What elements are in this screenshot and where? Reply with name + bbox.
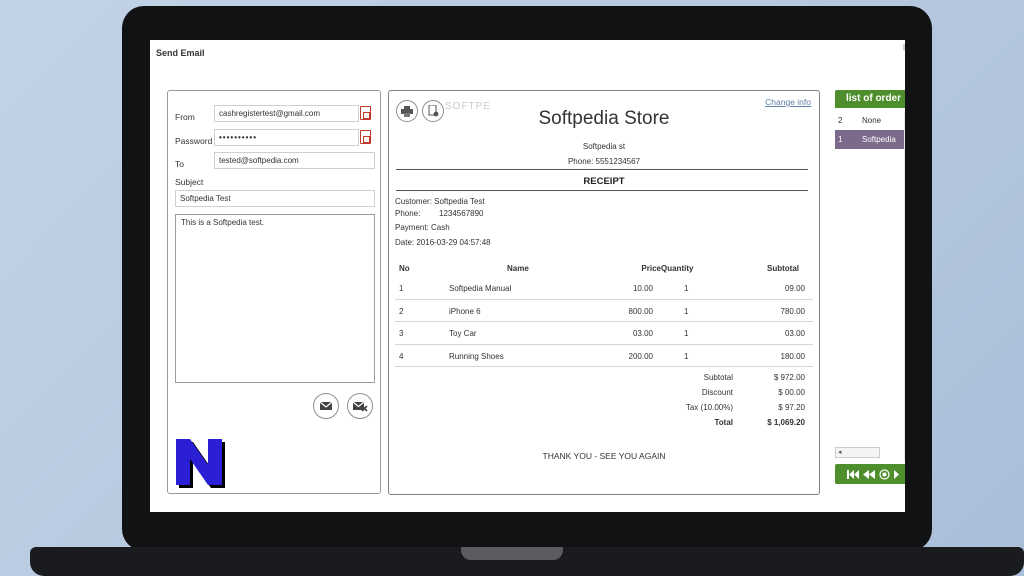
- column-header-subtotal: Subtotal: [767, 264, 799, 273]
- app-window: Send Email From cashregistertest@gmail.c…: [150, 40, 905, 512]
- item-name: iPhone 6: [449, 306, 481, 316]
- receipt-items-table: No Name Price Quantity Subtotal 1 Softpe…: [395, 257, 813, 367]
- item-name: Toy Car: [449, 329, 477, 338]
- item-no: 3: [399, 329, 404, 338]
- item-no: 1: [399, 284, 404, 293]
- item-subtotal: 03.00: [784, 329, 805, 338]
- order-id: 1: [838, 135, 843, 144]
- window-edge: [903, 44, 905, 50]
- list-item[interactable]: 2 None: [835, 111, 904, 130]
- pdf-icon[interactable]: [360, 130, 371, 144]
- orders-navigation-bar: [835, 464, 905, 484]
- item-no: 2: [399, 306, 404, 316]
- column-header-quantity: Quantity: [661, 264, 694, 273]
- envelope-cancel-icon: [352, 401, 368, 412]
- tax-label: Tax (10.00%): [685, 403, 733, 412]
- cancel-email-button[interactable]: [347, 393, 373, 419]
- subject-label: Subject: [175, 177, 204, 187]
- order-name: None: [862, 116, 882, 125]
- envelope-icon: [319, 401, 333, 410]
- store-address: Softpedia st: [582, 142, 626, 151]
- discount-row: Discount $ 00.00: [389, 388, 819, 403]
- date-line: Date: 2016-03-29 04:57:48: [395, 238, 491, 247]
- order-name: Softpedia: [862, 135, 896, 144]
- thank-you-message: THANK YOU - SEE YOU AGAIN: [542, 451, 666, 461]
- current-record-icon[interactable]: [879, 468, 890, 480]
- store-phone: Phone: 5551234567: [567, 157, 641, 166]
- item-subtotal: 780.00: [780, 306, 805, 316]
- horizontal-scrollbar[interactable]: ◂: [835, 447, 880, 458]
- totals-block: Subtotal $ 972.00 Discount $ 00.00 Tax (…: [389, 373, 819, 433]
- item-subtotal: 180.00: [780, 351, 805, 361]
- column-header-price: Price: [641, 264, 661, 273]
- tax-row: Tax (10.00%) $ 97.20: [389, 403, 819, 418]
- phone-label: Phone:: [395, 209, 421, 218]
- change-info-link[interactable]: Change info: [765, 97, 811, 107]
- total-label: Total: [714, 418, 733, 427]
- subtotal-row: Subtotal $ 972.00: [389, 373, 819, 388]
- store-name: Softpedia Store: [538, 108, 670, 129]
- item-qty: 1: [684, 284, 689, 293]
- payment-line: Payment: Cash: [395, 223, 450, 232]
- list-item-selected[interactable]: 1 Softpedia: [835, 130, 904, 149]
- item-qty: 1: [684, 351, 689, 361]
- item-price: 800.00: [628, 306, 653, 316]
- table-row: 2 iPhone 6 800.00 1 780.00: [395, 300, 813, 322]
- message-body-textarea[interactable]: This is a Softpedia test.: [175, 214, 375, 383]
- table-row: 1 Softpedia Manual 10.00 1 09.00: [395, 277, 813, 300]
- orders-list: 2 None 1 Softpedia: [835, 111, 905, 460]
- column-header-name: Name: [507, 264, 529, 273]
- item-qty: 1: [684, 306, 689, 316]
- table-row: 3 Toy Car 03.00 1 03.00: [395, 322, 813, 345]
- send-email-button[interactable]: [313, 393, 339, 419]
- password-field[interactable]: ••••••••••: [214, 129, 359, 146]
- item-qty: 1: [684, 329, 689, 338]
- next-record-icon[interactable]: [894, 469, 899, 479]
- table-row: 4 Running Shoes 200.00 1 180.00: [395, 345, 813, 367]
- item-name: Softpedia Manual: [449, 284, 512, 293]
- previous-record-icon[interactable]: [863, 469, 875, 479]
- item-price: 10.00: [632, 284, 653, 293]
- tax-value: $ 97.20: [778, 403, 805, 412]
- item-price: 200.00: [628, 351, 653, 361]
- customer-line: Customer: Softpedia Test: [395, 197, 485, 206]
- discount-label: Discount: [701, 388, 733, 397]
- subtotal-label: Subtotal: [703, 373, 733, 382]
- divider: [396, 190, 808, 191]
- column-header-no: No: [399, 264, 410, 273]
- email-form-panel: From cashregistertest@gmail.com Password…: [167, 90, 381, 494]
- to-field[interactable]: tested@softpedia.com: [214, 152, 375, 169]
- to-label: To: [175, 159, 184, 169]
- first-record-icon[interactable]: [847, 469, 859, 479]
- item-subtotal: 09.00: [784, 284, 805, 293]
- password-label: Password: [175, 136, 213, 146]
- item-price: 03.00: [632, 329, 653, 338]
- subject-field[interactable]: Softpedia Test: [175, 190, 375, 207]
- scroll-left-icon[interactable]: ◂: [838, 449, 842, 456]
- subtotal-value: $ 972.00: [773, 373, 805, 382]
- pdf-icon[interactable]: [360, 106, 371, 120]
- total-row: Total $ 1,069.20: [389, 418, 819, 433]
- from-label: From: [175, 112, 195, 122]
- laptop-notch: [461, 547, 563, 560]
- divider: [396, 169, 808, 170]
- item-no: 4: [399, 351, 404, 361]
- receipt-panel: SOFTPE Change info Softpedia Store Softp…: [388, 90, 820, 495]
- discount-value: $ 00.00: [778, 388, 805, 397]
- total-value: $ 1,069.20: [767, 418, 805, 427]
- n-logo-icon: [176, 439, 225, 488]
- from-field[interactable]: cashregistertest@gmail.com: [214, 105, 359, 122]
- table-header: No Name Price Quantity Subtotal: [395, 257, 813, 277]
- item-name: Running Shoes: [449, 351, 504, 361]
- receipt-title: RECEIPT: [583, 176, 625, 187]
- order-id: 2: [838, 116, 843, 125]
- orders-list-header: list of order: [835, 90, 905, 108]
- phone-value: 1234567890: [439, 209, 484, 218]
- window-title: Send Email: [156, 48, 205, 58]
